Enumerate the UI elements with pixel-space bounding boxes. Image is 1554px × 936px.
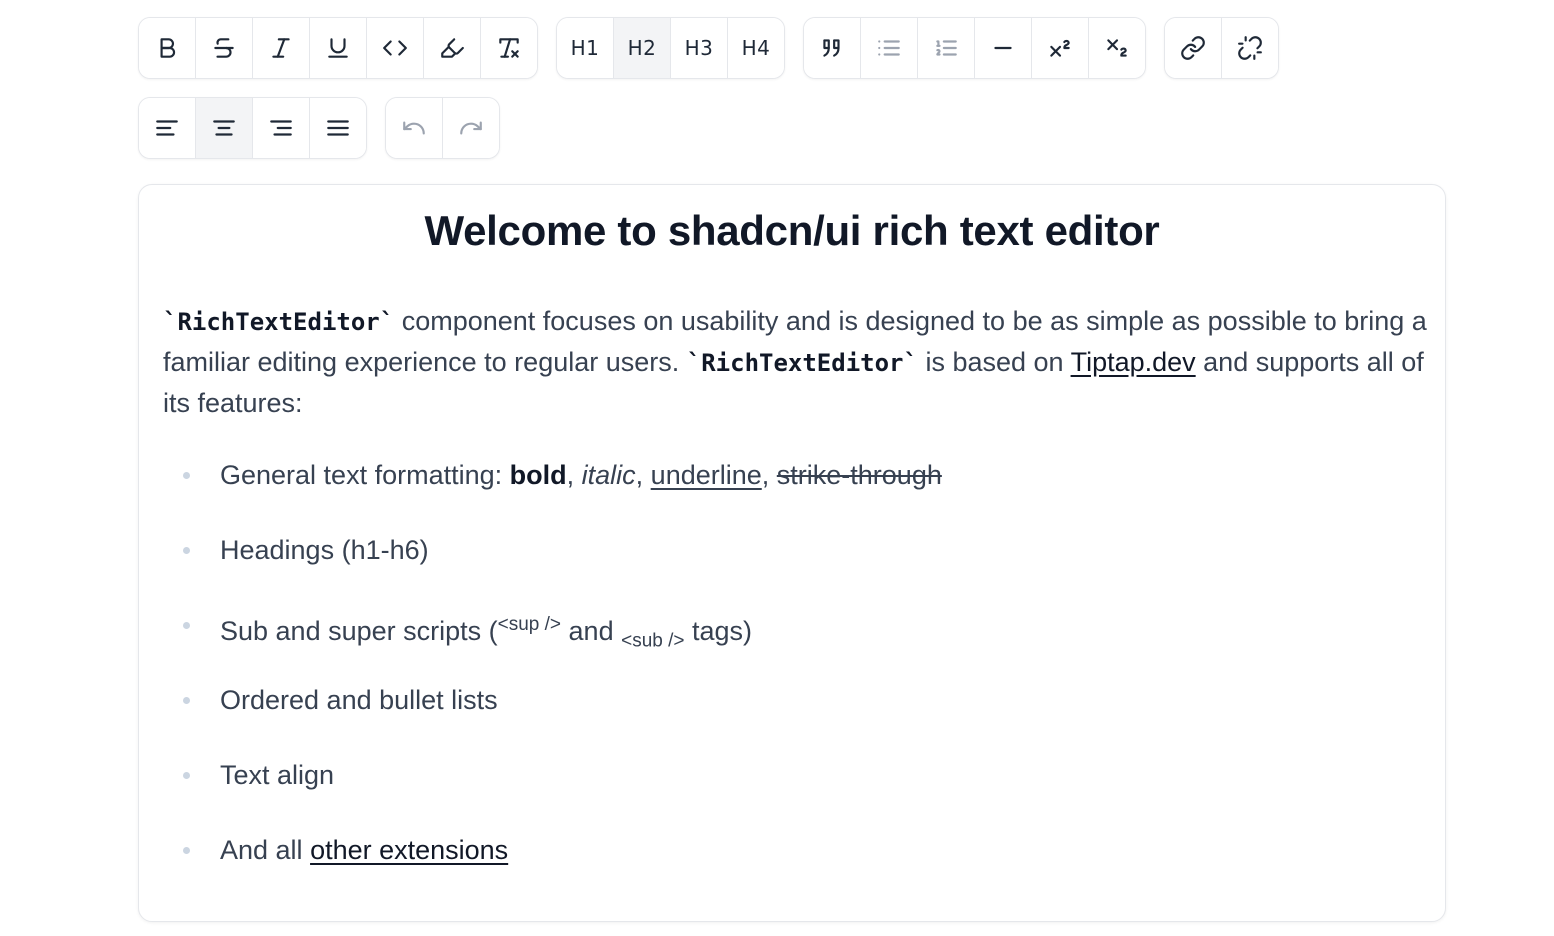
bold-text: bold bbox=[509, 460, 567, 490]
italic-button[interactable] bbox=[253, 18, 310, 78]
strikethrough-icon bbox=[214, 38, 234, 58]
subscript-icon bbox=[1107, 39, 1127, 57]
clear-format-button[interactable] bbox=[481, 18, 537, 78]
bold-icon bbox=[160, 38, 176, 58]
bullet-list-button[interactable] bbox=[861, 18, 918, 78]
heading-3-label: H3 bbox=[684, 36, 714, 60]
bullet-dot bbox=[183, 697, 190, 704]
list-item: Ordered and bullet lists bbox=[163, 680, 1363, 755]
bullet-dot bbox=[183, 772, 190, 779]
align-center-icon bbox=[213, 120, 235, 136]
superscript-icon bbox=[1050, 39, 1070, 57]
subscript-button[interactable] bbox=[1089, 18, 1145, 78]
intro-text-2: is based on bbox=[917, 347, 1071, 377]
align-left-icon bbox=[156, 120, 178, 136]
list-item-text: Ordered and bullet lists bbox=[220, 685, 498, 715]
heading-4-label: H4 bbox=[741, 36, 771, 60]
list-item: Text align bbox=[163, 755, 1363, 830]
list-item-text: and bbox=[561, 616, 622, 646]
bullet-dot bbox=[183, 622, 190, 629]
redo-button[interactable] bbox=[443, 98, 499, 158]
block-group bbox=[803, 17, 1146, 79]
separator: , bbox=[635, 460, 651, 490]
italic-text: italic bbox=[581, 460, 636, 490]
list-item-text: Headings (h1-h6) bbox=[220, 535, 429, 565]
underline-button[interactable] bbox=[310, 18, 367, 78]
link-group bbox=[1164, 17, 1279, 79]
undo-button[interactable] bbox=[386, 98, 443, 158]
separator: , bbox=[566, 460, 582, 490]
remove-formatting-icon bbox=[499, 38, 519, 58]
bullet-dot bbox=[183, 472, 190, 479]
highlighter-icon bbox=[441, 38, 464, 58]
align-center-button[interactable] bbox=[196, 98, 253, 158]
italic-icon bbox=[272, 38, 290, 58]
align-right-icon bbox=[270, 120, 292, 136]
heading-4-button[interactable]: H4 bbox=[728, 18, 784, 78]
list-ordered-icon bbox=[936, 40, 957, 56]
code-icon bbox=[383, 40, 407, 56]
bold-button[interactable] bbox=[139, 18, 196, 78]
code-button[interactable] bbox=[367, 18, 424, 78]
align-left-button[interactable] bbox=[139, 98, 196, 158]
heading-1-label: H1 bbox=[570, 36, 600, 60]
superscript-button[interactable] bbox=[1032, 18, 1089, 78]
list-item-text: General text formatting: bbox=[220, 460, 510, 490]
sup-example: <sup /> bbox=[497, 614, 562, 635]
ordered-list-button[interactable] bbox=[918, 18, 975, 78]
list-item: Headings (h1-h6) bbox=[163, 530, 1363, 605]
blockquote-button[interactable] bbox=[804, 18, 861, 78]
link-icon bbox=[1181, 36, 1205, 60]
tiptap-link[interactable]: Tiptap.dev bbox=[1071, 347, 1196, 377]
bullet-dot bbox=[183, 847, 190, 854]
list-item-text: Text align bbox=[220, 760, 335, 790]
intro-paragraph: `RichTextEditor` component focuses on us… bbox=[163, 301, 1427, 423]
quote-icon bbox=[823, 39, 840, 57]
list-item-text: Sub and super scripts ( bbox=[220, 616, 498, 646]
other-extensions-link[interactable]: other extensions bbox=[310, 835, 508, 865]
list-item: Sub and super scripts (<sup /> and <sub … bbox=[163, 605, 1363, 680]
link-button[interactable] bbox=[1165, 18, 1222, 78]
underline-text: underline bbox=[650, 460, 762, 490]
strikethrough-button[interactable] bbox=[196, 18, 253, 78]
heading-2-label: H2 bbox=[627, 36, 657, 60]
align-group bbox=[138, 97, 367, 159]
heading-1-button[interactable]: H1 bbox=[557, 18, 614, 78]
heading-3-button[interactable]: H3 bbox=[671, 18, 728, 78]
toolbar-row-1: H1 H2 H3 H4 bbox=[138, 17, 1279, 79]
redo-icon bbox=[460, 121, 482, 135]
editor-heading: Welcome to shadcn/ui rich text editor bbox=[424, 207, 1160, 254]
toolbar-row-2 bbox=[138, 97, 500, 159]
heading-2-button[interactable]: H2 bbox=[614, 18, 671, 78]
align-justify-icon bbox=[327, 120, 349, 136]
feature-list: General text formatting: bold, italic, u… bbox=[163, 455, 1363, 905]
separator: , bbox=[761, 460, 777, 490]
format-group bbox=[138, 17, 538, 79]
undo-icon bbox=[403, 121, 425, 135]
align-right-button[interactable] bbox=[253, 98, 310, 158]
bullet-dot bbox=[183, 547, 190, 554]
list-item-text: And all bbox=[220, 835, 311, 865]
unlink-icon bbox=[1238, 36, 1262, 60]
list-item: And all other extensions bbox=[163, 830, 1363, 905]
sub-example: <sub /> bbox=[621, 630, 685, 652]
strike-text: strike-through bbox=[776, 460, 942, 490]
highlight-button[interactable] bbox=[424, 18, 481, 78]
underline-icon bbox=[328, 38, 348, 58]
list-item: General text formatting: bold, italic, u… bbox=[163, 455, 1363, 530]
minus-icon bbox=[994, 46, 1012, 50]
list-item-text: tags) bbox=[684, 616, 753, 646]
inline-code: `RichTextEditor` bbox=[686, 349, 918, 377]
list-icon bbox=[878, 40, 900, 56]
horizontal-rule-button[interactable] bbox=[975, 18, 1032, 78]
unlink-button[interactable] bbox=[1222, 18, 1278, 78]
editor-content-area[interactable]: Welcome to shadcn/ui rich text editor `R… bbox=[138, 184, 1446, 922]
align-justify-button[interactable] bbox=[310, 98, 366, 158]
history-group bbox=[385, 97, 500, 159]
inline-code: `RichTextEditor` bbox=[163, 308, 395, 336]
heading-group: H1 H2 H3 H4 bbox=[556, 17, 785, 79]
